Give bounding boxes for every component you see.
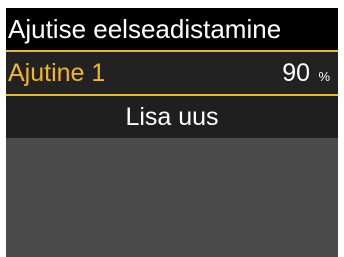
device-screen: Ajutise eelseadistamine Ajutine 1 90 % L… bbox=[6, 8, 338, 257]
list-item-temp-preset-1[interactable]: Ajutine 1 90 % bbox=[6, 50, 338, 96]
screen-title: Ajutise eelseadistamine bbox=[6, 8, 338, 50]
add-new-button[interactable]: Lisa uus bbox=[6, 96, 338, 138]
list-item-label: Ajutine 1 bbox=[8, 59, 106, 87]
list-item-value: 90 bbox=[282, 59, 310, 87]
empty-list-area bbox=[6, 138, 338, 257]
list-item-unit: % bbox=[318, 69, 330, 84]
